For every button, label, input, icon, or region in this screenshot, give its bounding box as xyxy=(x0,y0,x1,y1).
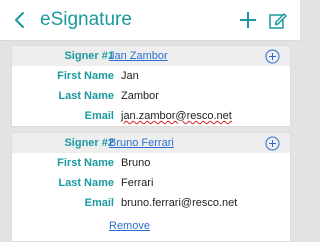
field-label: First Name xyxy=(57,157,114,169)
signer-name-link[interactable]: Jan Zambor xyxy=(109,46,168,66)
email-row: Email bruno.ferrari@resco.net xyxy=(12,193,290,213)
field-label: Email xyxy=(84,110,114,122)
add-icon[interactable] xyxy=(238,10,258,30)
add-circle-icon[interactable] xyxy=(265,49,280,64)
first-name-row: First Name Bruno xyxy=(12,153,290,173)
field-value[interactable]: Zambor xyxy=(121,86,159,106)
remove-link[interactable]: Remove xyxy=(109,216,150,236)
email-row: Email jan.zambor@resco.net xyxy=(12,106,290,126)
signer-row: Signer #2 Bruno Ferrari xyxy=(12,133,290,153)
signer-row: Signer #1 Jan Zambor xyxy=(12,46,290,66)
add-circle-icon[interactable] xyxy=(265,136,280,151)
field-value[interactable]: Ferrari xyxy=(121,173,153,193)
field-label: Last Name xyxy=(58,177,114,189)
signer-label: Signer #2 xyxy=(64,137,114,149)
signer-card-1: Signer #1 Jan Zambor First Name Jan Last… xyxy=(11,45,291,127)
top-bar: eSignature xyxy=(0,0,300,41)
page-title: eSignature xyxy=(40,9,132,30)
field-value[interactable]: jan.zambor@resco.net xyxy=(121,106,232,126)
field-value[interactable]: bruno.ferrari@resco.net xyxy=(121,193,237,213)
first-name-row: First Name Jan xyxy=(12,66,290,86)
field-label: Email xyxy=(84,197,114,209)
field-value[interactable]: Jan xyxy=(121,66,139,86)
field-value[interactable]: Bruno xyxy=(121,153,150,173)
last-name-row: Last Name Ferrari xyxy=(12,173,290,193)
remove-row: Remove xyxy=(12,216,290,236)
edit-icon[interactable] xyxy=(268,10,288,30)
signer-name-link[interactable]: Bruno Ferrari xyxy=(109,133,174,153)
signer-label: Signer #1 xyxy=(64,50,114,62)
signer-card-2: Signer #2 Bruno Ferrari First Name Bruno… xyxy=(11,132,291,242)
field-label: First Name xyxy=(57,70,114,82)
last-name-row: Last Name Zambor xyxy=(12,86,290,106)
back-arrow-icon[interactable] xyxy=(9,9,31,31)
field-label: Last Name xyxy=(58,90,114,102)
